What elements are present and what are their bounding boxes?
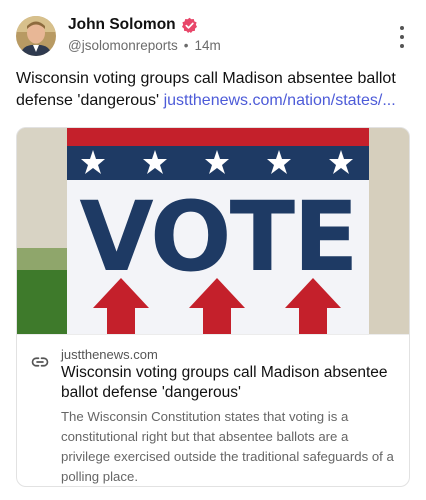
post-time[interactable]: 14m [194,38,220,53]
avatar[interactable] [16,16,56,56]
more-vertical-icon[interactable] [398,26,406,48]
link-preview-card[interactable]: VOTE justthenews.com Wisconsin voting gr… [16,127,410,487]
author-handle[interactable]: @jsolomonreports [68,38,178,53]
card-description: The Wisconsin Constitution states that v… [61,409,394,484]
post-meta: @jsolomonreports • 14m [68,38,221,53]
link-icon [31,353,49,371]
card-title[interactable]: Wisconsin voting groups call Madison abs… [61,363,401,403]
post-header: John Solomon @jsolomonreports • 14m [16,14,410,60]
meta-separator: • [183,38,189,53]
card-image-vote-text: VOTE [79,181,356,293]
card-domain: justthenews.com [61,347,158,362]
post-text: Wisconsin voting groups call Madison abs… [16,68,412,112]
card-image[interactable]: VOTE [17,128,409,334]
author-name[interactable]: John Solomon [68,16,176,34]
card-body: justthenews.com Wisconsin voting groups … [17,334,409,486]
verified-badge-icon [181,17,198,34]
post-link[interactable]: justthenews.com/nation/states/... [164,92,396,109]
